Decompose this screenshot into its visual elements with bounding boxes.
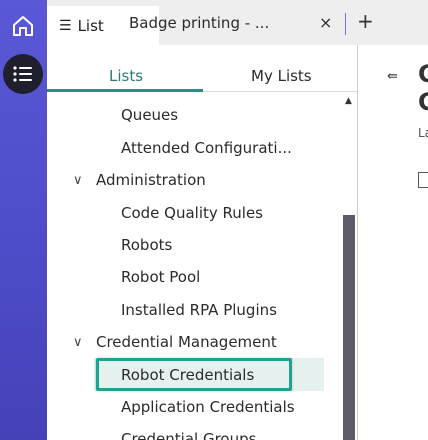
tree-item-application-credentials[interactable]: Application Credentials (121, 398, 295, 416)
page-title: C (418, 60, 428, 88)
tree-item-installed-rpa-plugins[interactable]: Installed RPA Plugins (121, 301, 277, 319)
tree-item-code-quality-rules[interactable]: Code Quality Rules (121, 204, 263, 222)
tab-list-label: List (77, 16, 104, 35)
collapse-panel-icon[interactable]: ⇚ (387, 69, 398, 84)
page-subtitle: La (418, 126, 428, 140)
chevron-down-icon[interactable]: ∨ (73, 335, 83, 350)
list-menu-icon[interactable] (3, 54, 43, 94)
scroll-up-arrow-icon[interactable]: ▲ (345, 96, 352, 106)
tree-item-credential-groups[interactable]: Credential Groups (121, 430, 256, 440)
close-icon[interactable]: × (319, 13, 332, 32)
tree-item-robot-pool[interactable]: Robot Pool (121, 268, 200, 286)
navigation-panel: Lists My Lists Queues Attended Configura… (47, 45, 357, 440)
tree-item-queues[interactable]: Queues (121, 106, 178, 124)
tab-lists[interactable]: Lists (109, 67, 143, 85)
tree-group-administration[interactable]: Administration (96, 171, 206, 189)
panel-tabs: Lists My Lists (47, 45, 357, 92)
home-icon[interactable] (9, 12, 37, 40)
tab-badge-printing[interactable]: Badge printing - ... (129, 14, 269, 32)
selected-item-outline (96, 358, 292, 391)
hamburger-icon: ☰ (59, 17, 72, 34)
add-tab-icon[interactable]: + (357, 9, 374, 33)
tab-my-lists[interactable]: My Lists (251, 67, 312, 85)
scrollbar-thumb[interactable] (343, 215, 355, 440)
checkbox[interactable] (418, 172, 428, 188)
left-rail (0, 0, 47, 440)
active-tab-indicator (47, 89, 203, 92)
tab-divider (345, 13, 346, 35)
chevron-down-icon[interactable]: ∨ (73, 173, 83, 188)
page-title-line2: C (418, 88, 428, 116)
tree-group-credential-management[interactable]: Credential Management (96, 333, 277, 351)
tree-item-attended-configuration[interactable]: Attended Configurati... (121, 139, 292, 157)
tree-item-robots[interactable]: Robots (121, 236, 172, 254)
